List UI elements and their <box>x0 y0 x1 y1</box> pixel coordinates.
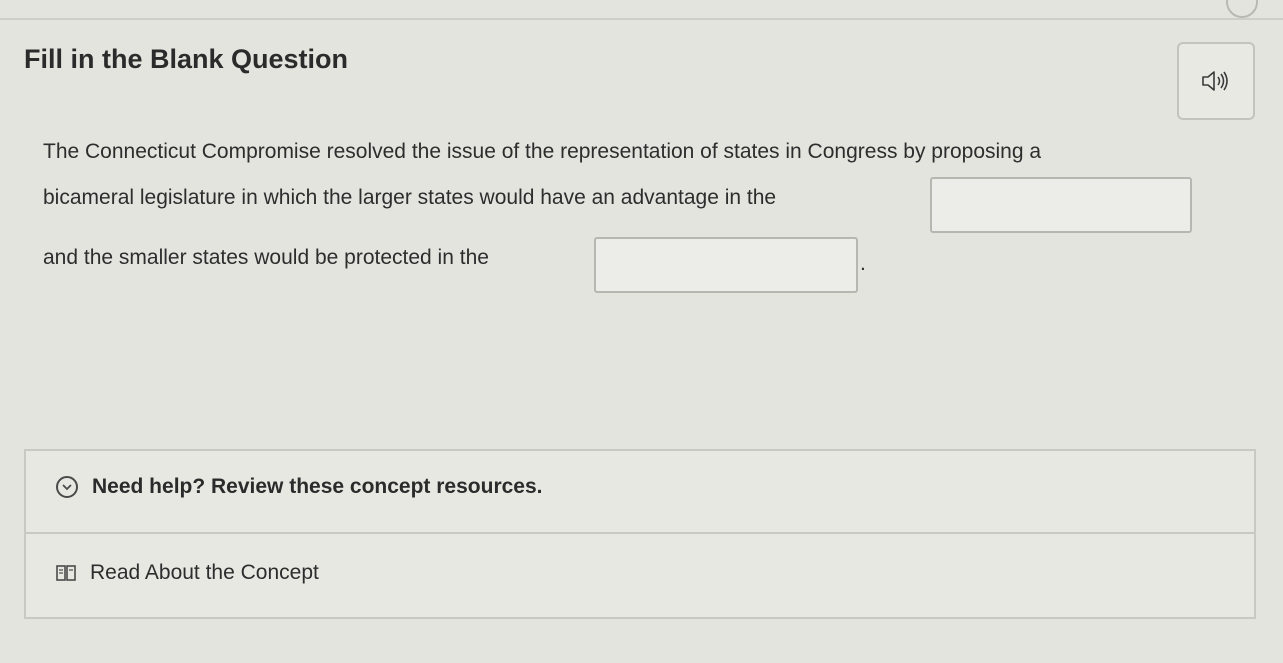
help-toggle-label: Need help? Review these concept resource… <box>92 475 543 498</box>
top-scroll-knob <box>1226 0 1258 18</box>
question-text-line-2: bicameral legislature in which the large… <box>43 186 777 209</box>
read-about-concept-link[interactable]: Read About the Concept <box>56 561 319 585</box>
blank-input-1[interactable] <box>930 177 1192 233</box>
blank-input-2[interactable] <box>594 237 858 293</box>
question-text-line-1: The Connecticut Compromise resolved the … <box>43 140 1042 163</box>
book-icon <box>56 564 76 582</box>
help-toggle[interactable]: Need help? Review these concept resource… <box>56 475 543 499</box>
help-divider <box>26 532 1254 534</box>
speaker-icon <box>1201 70 1231 92</box>
concept-resources-panel: Need help? Review these concept resource… <box>24 449 1256 619</box>
top-divider <box>0 18 1283 20</box>
question-text-line-3: and the smaller states would be protecte… <box>43 246 489 269</box>
sentence-period: . <box>860 252 866 275</box>
read-aloud-button[interactable] <box>1177 42 1255 120</box>
question-title: Fill in the Blank Question <box>24 44 349 74</box>
read-about-concept-label: Read About the Concept <box>90 561 319 584</box>
chevron-down-circle-icon <box>56 476 78 498</box>
